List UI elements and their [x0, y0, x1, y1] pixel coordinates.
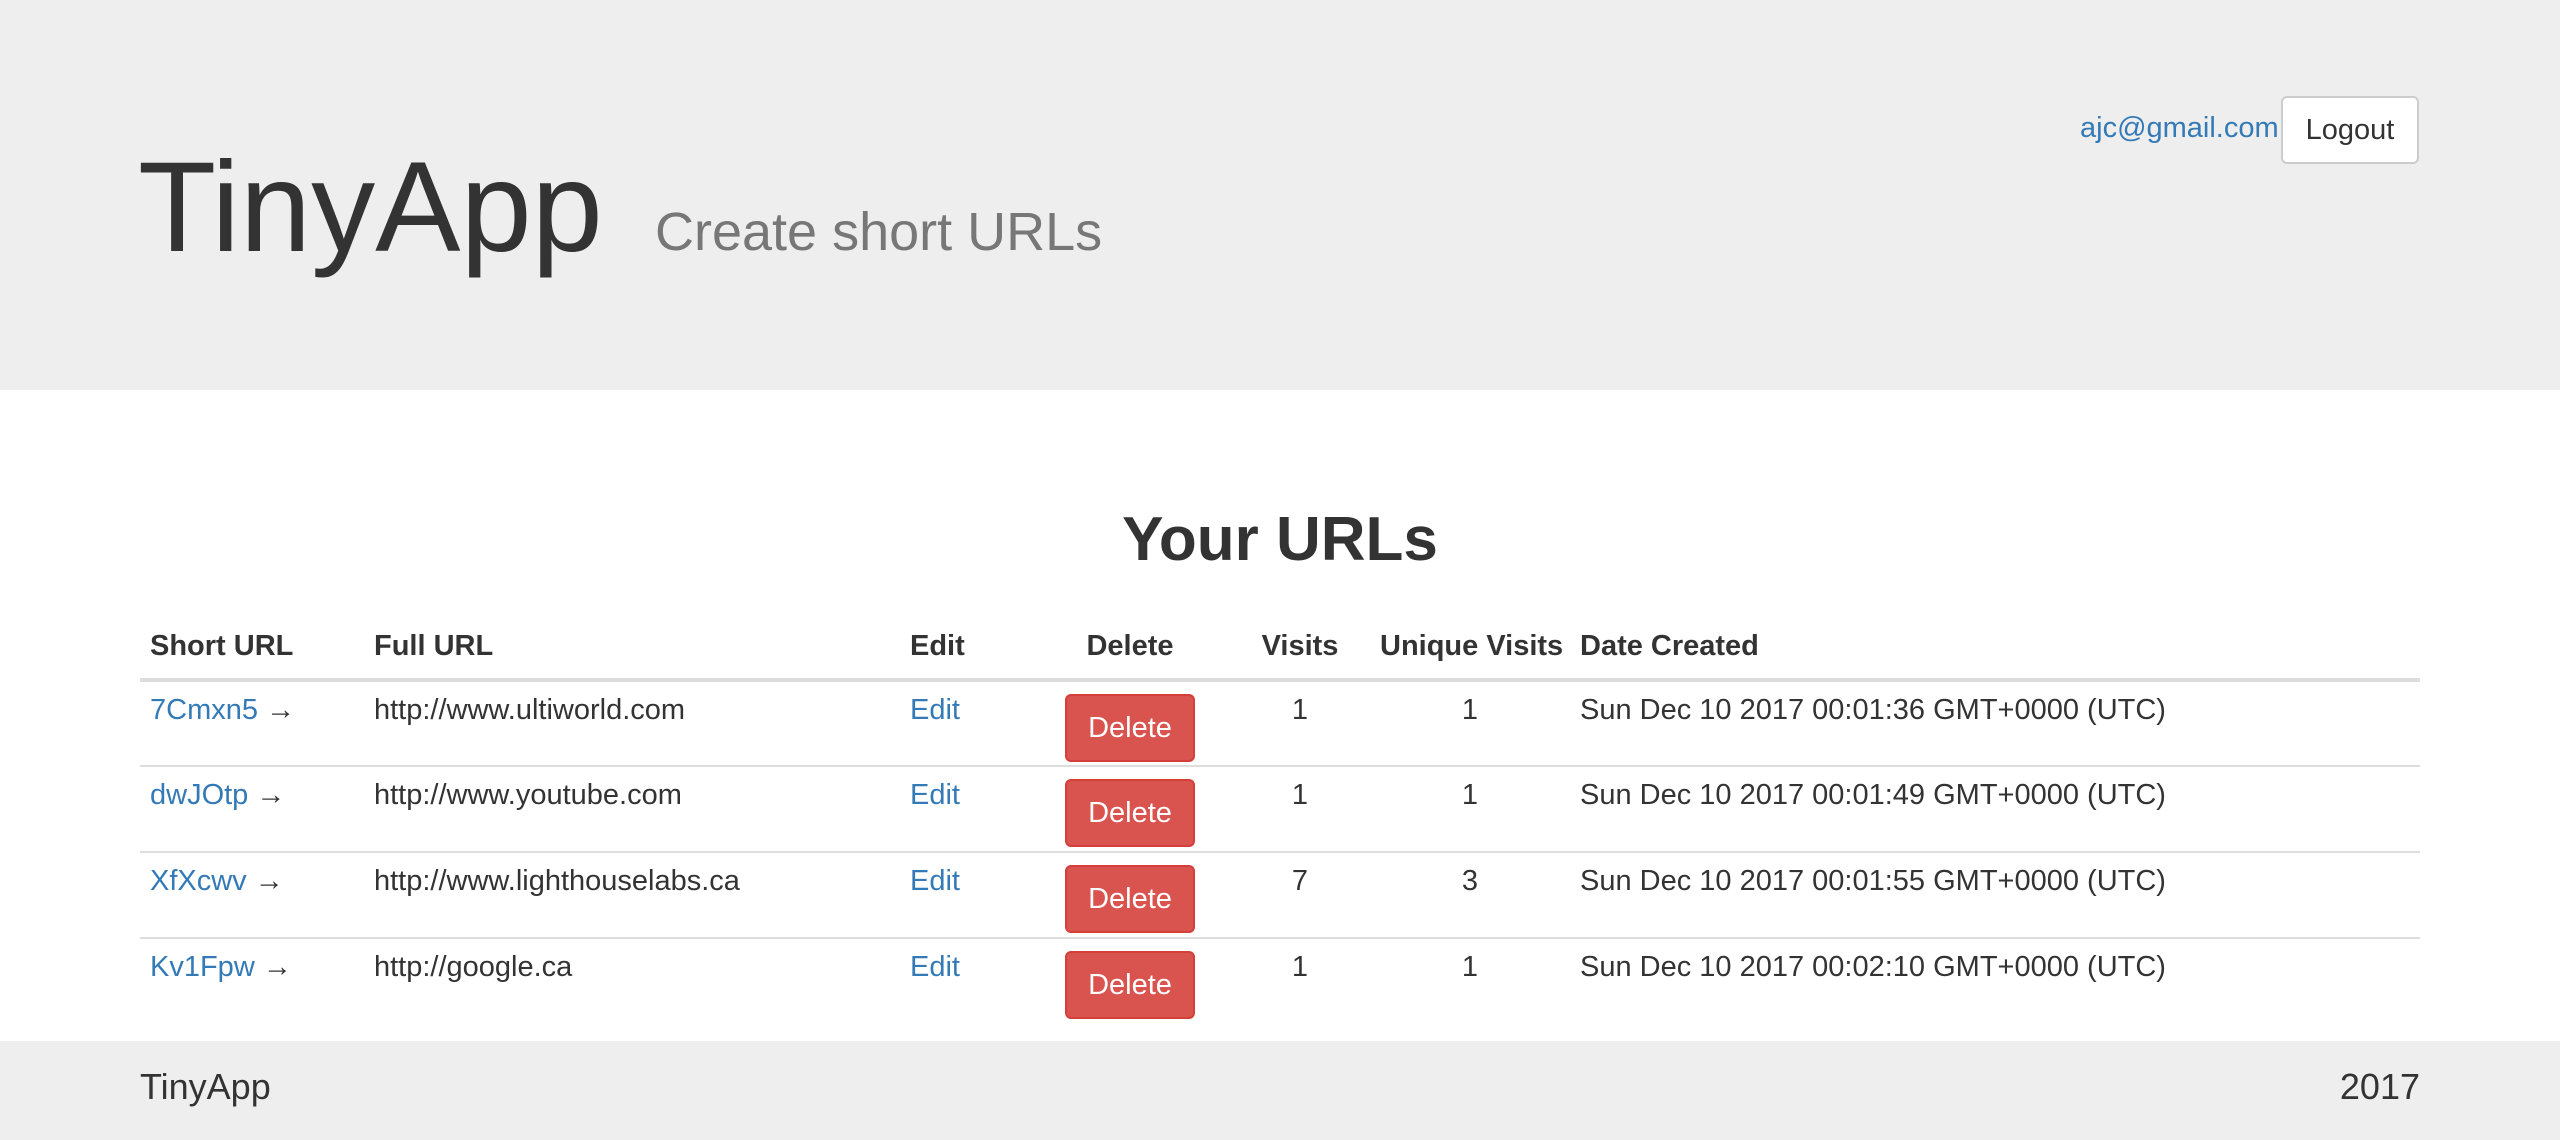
edit-link[interactable]: Edit	[910, 779, 960, 811]
column-header-edit: Edit	[900, 614, 1030, 682]
visits-cell: 7	[1230, 852, 1370, 939]
logout-button[interactable]: Logout	[2281, 96, 2419, 164]
page-header: TinyApp Create short URLs ajc@gmail.com …	[0, 0, 2560, 390]
column-header-full-url: Full URL	[364, 614, 900, 682]
urls-table-container: Short URL Full URL Edit Delete Visits Un…	[140, 614, 2420, 1024]
unique-visits-cell: 1	[1461, 951, 1479, 983]
full-url-cell: http://google.ca	[374, 951, 573, 983]
edit-cell: Edit	[900, 852, 1030, 939]
table-row: Kv1Fpw → http://google.ca Edit Delete 1 …	[140, 938, 2420, 1024]
date-created-cell: Sun Dec 10 2017 00:01:49 GMT+0000 (UTC)	[1570, 766, 2420, 853]
urls-table: Short URL Full URL Edit Delete Visits Un…	[140, 614, 2420, 1024]
short-url-link[interactable]: dwJOtp	[150, 779, 248, 811]
arrow-right-icon: →	[262, 951, 292, 983]
column-header-date-created: Date Created	[1570, 614, 2420, 682]
date-created-cell: Sun Dec 10 2017 00:01:55 GMT+0000 (UTC)	[1570, 852, 2420, 939]
table-row: 7Cmxn5 → http://www.ultiworld.com Edit D…	[140, 680, 2420, 767]
short-url-link[interactable]: XfXcwv	[150, 865, 247, 897]
unique-visits-cell: 1	[1370, 680, 1570, 767]
short-url-cell: 7Cmxn5 →	[140, 680, 364, 767]
short-url-link[interactable]: Kv1Fpw	[150, 951, 255, 983]
table-header-row: Short URL Full URL Edit Delete Visits Un…	[140, 614, 2420, 682]
full-url-cell: http://www.lighthouselabs.ca	[364, 852, 900, 939]
short-url-cell: dwJOtp →	[140, 766, 364, 853]
short-url-link[interactable]: 7Cmxn5	[150, 694, 258, 726]
column-header-short-url: Short URL	[140, 614, 364, 682]
visits-cell: 1	[1291, 951, 1309, 983]
delete-button[interactable]: Delete	[1065, 951, 1195, 1019]
arrow-right-icon: →	[266, 694, 296, 726]
full-url-cell: http://www.youtube.com	[364, 766, 900, 853]
edit-cell: Edit	[900, 938, 1030, 1024]
delete-button[interactable]: Delete	[1065, 694, 1195, 762]
delete-cell: Delete	[1030, 680, 1230, 767]
app-tagline: Create short URLs	[655, 202, 1103, 262]
short-url-cell: Kv1Fpw →	[140, 938, 364, 1024]
user-email-link[interactable]: ajc@gmail.com	[2080, 108, 2279, 148]
unique-visits-cell: 3	[1370, 852, 1570, 939]
unique-visits-cell: 1	[1370, 766, 1570, 853]
column-header-visits: Visits	[1230, 614, 1370, 682]
edit-link[interactable]: Edit	[910, 951, 960, 983]
delete-cell: Delete	[1030, 938, 1230, 1024]
footer-brand: TinyApp	[140, 1066, 271, 1107]
delete-cell: Delete	[1030, 852, 1230, 939]
visits-cell: 1	[1230, 680, 1370, 767]
table-row: dwJOtp → http://www.youtube.com Edit Del…	[140, 766, 2420, 853]
arrow-right-icon: →	[256, 779, 286, 811]
table-row: XfXcwv → http://www.lighthouselabs.ca Ed…	[140, 852, 2420, 939]
page-footer: TinyApp 2017	[0, 1041, 2560, 1140]
date-created-cell: Sun Dec 10 2017 00:02:10 GMT+0000 (UTC)	[1580, 951, 2166, 983]
delete-button[interactable]: Delete	[1065, 779, 1195, 847]
edit-cell: Edit	[900, 680, 1030, 767]
edit-cell: Edit	[900, 766, 1030, 853]
app-title: TinyApp	[138, 136, 603, 279]
column-header-unique-visits: Unique Visits	[1370, 614, 1570, 682]
edit-link[interactable]: Edit	[910, 865, 960, 897]
date-created-cell: Sun Dec 10 2017 00:01:36 GMT+0000 (UTC)	[1570, 680, 2420, 767]
column-header-delete: Delete	[1030, 614, 1230, 682]
full-url-cell: http://www.ultiworld.com	[364, 680, 900, 767]
page-title: Your URLs	[1122, 505, 1438, 574]
short-url-cell: XfXcwv →	[140, 852, 364, 939]
delete-cell: Delete	[1030, 766, 1230, 853]
footer-year: 2017	[2339, 1066, 2420, 1107]
edit-link[interactable]: Edit	[910, 694, 960, 726]
visits-cell: 1	[1230, 766, 1370, 853]
delete-button[interactable]: Delete	[1065, 865, 1195, 933]
arrow-right-icon: →	[254, 865, 284, 897]
